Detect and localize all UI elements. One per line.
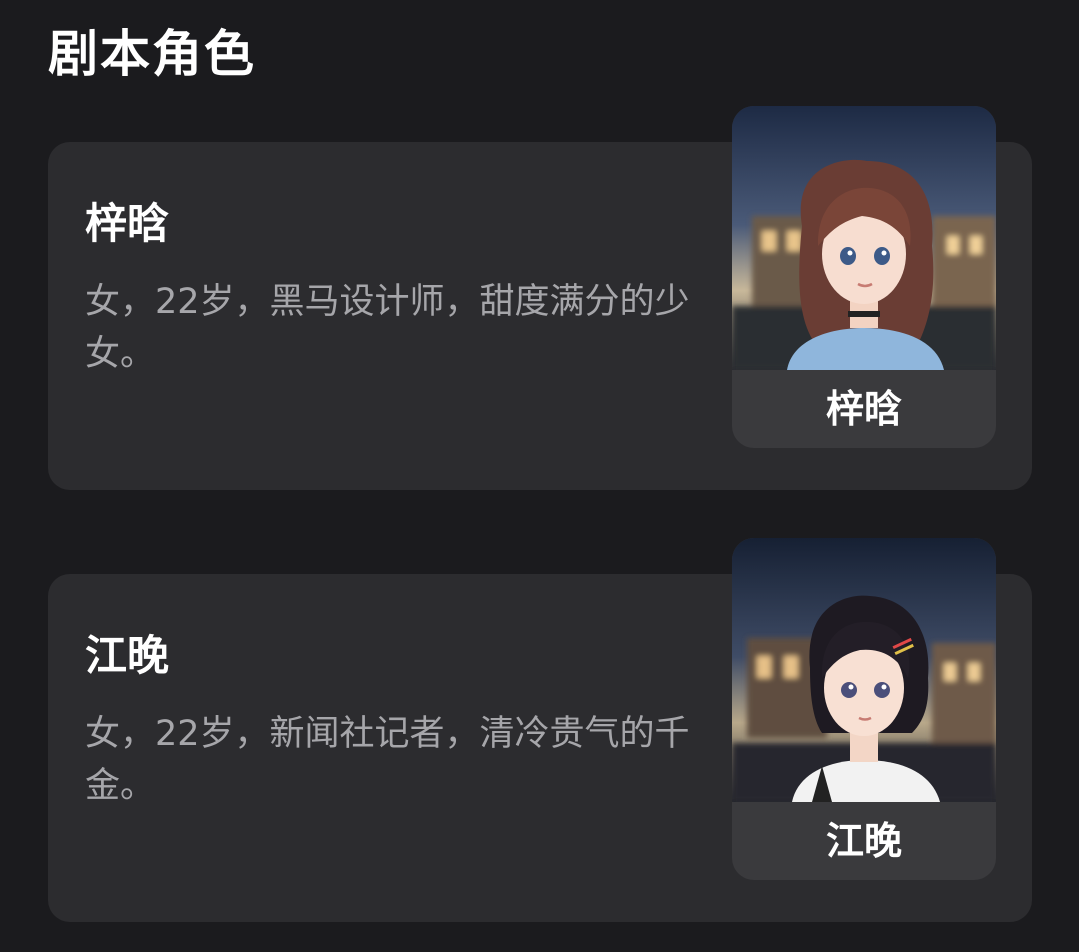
avatar-name-label: 梓晗 bbox=[825, 387, 902, 431]
role-description: 女，22岁，新闻社记者，清冷贵气的千金。 bbox=[85, 714, 690, 806]
avatar-name-label: 江晚 bbox=[825, 819, 902, 863]
role-avatar[interactable]: 江晚 bbox=[732, 538, 996, 880]
role-description: 女，22岁，黑马设计师，甜度满分的少女。 bbox=[85, 282, 690, 374]
section-title: 剧本角色 bbox=[48, 25, 256, 83]
role-name: 江晚 bbox=[85, 631, 170, 680]
character-portrait-image bbox=[732, 538, 996, 802]
character-portrait-image bbox=[732, 106, 996, 370]
role-name: 梓晗 bbox=[85, 199, 170, 248]
role-avatar[interactable]: 梓晗 bbox=[732, 106, 996, 448]
script-roles-page: 剧本角色 梓晗 女，22岁，黑马设计师，甜度满分的少女。 梓晗 江晚 女，22岁… bbox=[0, 0, 1079, 952]
